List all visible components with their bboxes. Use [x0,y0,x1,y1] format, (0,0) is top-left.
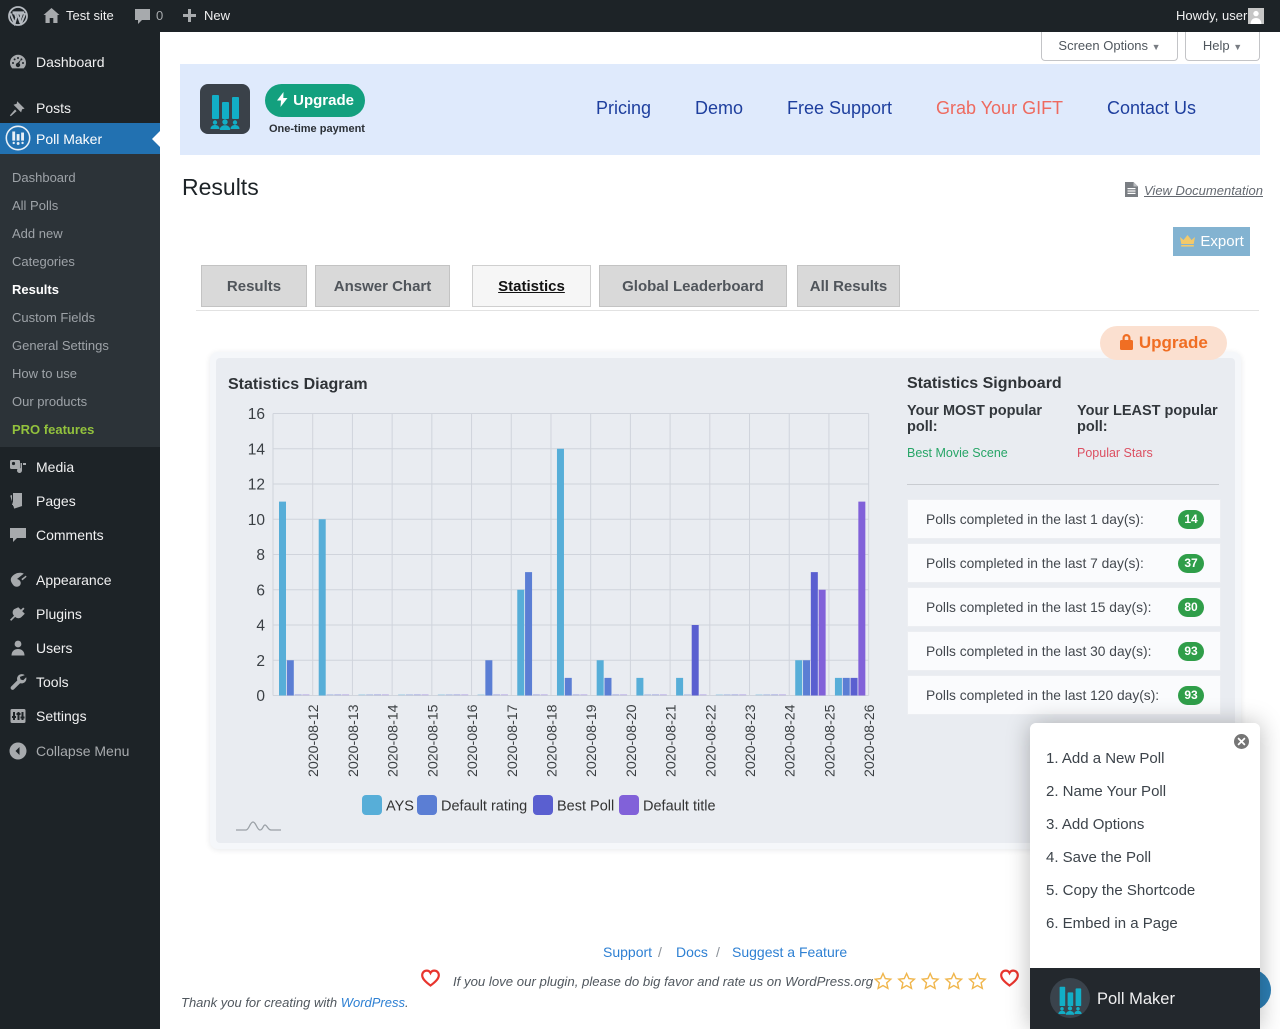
svg-text:6: 6 [256,582,265,599]
svg-text:2020-08-14: 2020-08-14 [386,704,402,777]
svg-text:2020-08-24: 2020-08-24 [783,704,799,777]
svg-text:2020-08-19: 2020-08-19 [584,704,600,777]
svg-text:2020-08-21: 2020-08-21 [664,704,680,777]
svg-text:Best Poll: Best Poll [557,799,614,815]
svg-text:12: 12 [248,477,265,494]
svg-text:2020-08-26: 2020-08-26 [862,704,878,777]
svg-text:2020-08-22: 2020-08-22 [703,704,719,777]
svg-text:2: 2 [256,653,265,670]
svg-text:2020-08-18: 2020-08-18 [544,704,560,777]
svg-text:2020-08-16: 2020-08-16 [465,704,481,777]
svg-text:Default rating: Default rating [441,799,527,815]
svg-text:2020-08-17: 2020-08-17 [505,704,521,777]
svg-text:2020-08-25: 2020-08-25 [822,704,838,777]
svg-text:10: 10 [248,512,266,529]
svg-text:14: 14 [248,441,266,458]
svg-text:8: 8 [256,547,265,564]
svg-text:2020-08-20: 2020-08-20 [624,704,640,777]
svg-text:Default title: Default title [643,799,716,815]
svg-text:0: 0 [256,688,265,705]
svg-text:2020-08-13: 2020-08-13 [346,704,362,777]
svg-text:2020-08-23: 2020-08-23 [743,704,759,777]
svg-text:4: 4 [256,618,265,635]
svg-text:16: 16 [248,406,265,423]
svg-text:2020-08-12: 2020-08-12 [306,704,322,777]
svg-text:2020-08-15: 2020-08-15 [425,704,441,777]
svg-text:AYS: AYS [386,799,414,815]
